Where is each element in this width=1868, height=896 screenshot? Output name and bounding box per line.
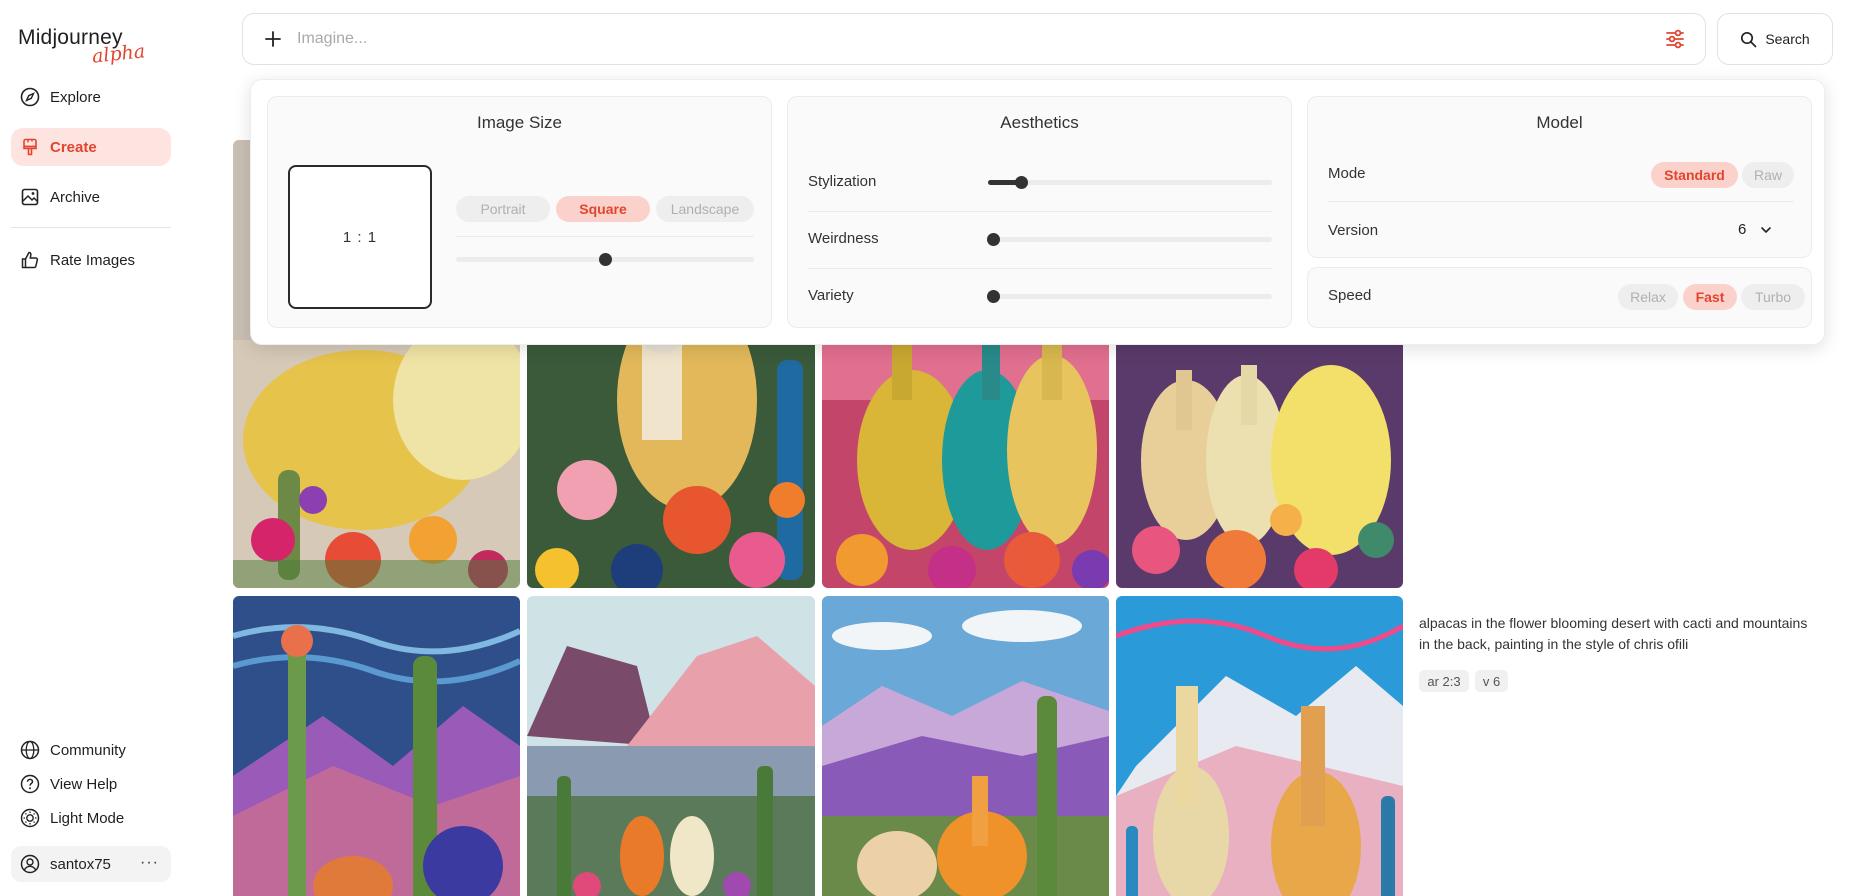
sidebar-item-community[interactable]: Community: [11, 732, 171, 768]
user-avatar-icon: [20, 854, 40, 874]
help-icon: [20, 774, 40, 794]
sidebar-item-create[interactable]: Create: [11, 128, 171, 166]
mode-label: Mode: [1328, 165, 1366, 182]
version-select[interactable]: 6: [1738, 221, 1772, 238]
sidebar-item-explore[interactable]: Explore: [11, 78, 171, 116]
image-icon: [20, 187, 40, 207]
sidebar-item-label: Rate Images: [50, 251, 136, 269]
slider-handle[interactable]: [599, 253, 612, 266]
search-label: Search: [1765, 31, 1810, 47]
stylization-label: Stylization: [808, 173, 877, 190]
aesthetics-card: Aesthetics Stylization Weirdness Variety: [787, 96, 1292, 328]
chevron-down-icon: [1760, 224, 1772, 236]
generated-image[interactable]: [1116, 596, 1403, 896]
thumbs-up-icon: [20, 250, 40, 270]
sun-icon: [20, 808, 40, 828]
slider-handle[interactable]: [1015, 176, 1029, 189]
sidebar-item-label: Light Mode: [50, 809, 125, 827]
prompt-input[interactable]: [297, 30, 1597, 48]
standard-mode-option[interactable]: Standard: [1651, 162, 1738, 188]
separator: [456, 236, 754, 237]
globe-icon: [20, 740, 40, 760]
speed-label: Speed: [1328, 287, 1372, 304]
sidebar-item-rate-images[interactable]: Rate Images: [11, 241, 171, 279]
prompt-bar: [242, 13, 1706, 65]
variety-label: Variety: [808, 287, 854, 304]
version-tag[interactable]: v 6: [1475, 670, 1508, 692]
stylization-slider[interactable]: [988, 176, 1272, 189]
user-menu[interactable]: santox75 ···: [11, 846, 171, 882]
brush-icon: [20, 137, 40, 157]
settings-panel: Image Size 1 : 1 Portrait Square Landsca…: [250, 79, 1825, 345]
sidebar-item-label: Explore: [50, 88, 101, 106]
raw-mode-option[interactable]: Raw: [1742, 162, 1794, 188]
alpha-badge: alpha: [90, 40, 147, 68]
logo[interactable]: Midjourney alpha: [18, 26, 146, 68]
generated-image[interactable]: [822, 596, 1109, 896]
sidebar-item-view-help[interactable]: View Help: [11, 766, 171, 802]
search-button[interactable]: Search: [1717, 13, 1833, 65]
image-size-card: Image Size 1 : 1 Portrait Square Landsca…: [267, 96, 772, 328]
sidebar-item-archive[interactable]: Archive: [11, 178, 171, 216]
sidebar-divider: [11, 227, 171, 228]
relax-speed-option[interactable]: Relax: [1618, 284, 1678, 310]
separator: [808, 268, 1272, 269]
add-image-icon[interactable]: [261, 27, 285, 51]
landscape-option[interactable]: Landscape: [656, 196, 754, 222]
square-option[interactable]: Square: [556, 196, 650, 222]
compass-icon: [20, 87, 40, 107]
model-title: Model: [1536, 113, 1583, 132]
variety-slider[interactable]: [987, 290, 1272, 303]
aspect-ratio-preview: 1 : 1: [288, 165, 432, 309]
sidebar-item-label: Archive: [50, 188, 101, 206]
generated-image[interactable]: [233, 596, 520, 896]
weirdness-slider[interactable]: [987, 233, 1272, 246]
aspect-ratio-slider[interactable]: [456, 253, 754, 266]
sidebar-item-light-mode[interactable]: Light Mode: [11, 800, 171, 836]
generated-image[interactable]: [527, 596, 815, 896]
job-prompt-text[interactable]: alpacas in the flower blooming desert wi…: [1419, 613, 1809, 655]
turbo-speed-option[interactable]: Turbo: [1741, 284, 1805, 310]
speed-card: Speed Relax Fast Turbo: [1307, 267, 1812, 328]
image-size-title: Image Size: [476, 113, 563, 132]
portrait-option[interactable]: Portrait: [456, 196, 550, 222]
sidebar-item-label: Community: [50, 741, 126, 759]
aspect-ratio-tag[interactable]: ar 2:3: [1419, 670, 1469, 692]
sidebar-item-label: View Help: [50, 775, 118, 793]
model-card: Model Mode Standard Raw Version 6: [1307, 96, 1812, 258]
slider-handle[interactable]: [987, 233, 1000, 246]
weirdness-label: Weirdness: [808, 230, 879, 247]
sidebar-item-label: Create: [50, 138, 97, 156]
version-label: Version: [1328, 222, 1379, 239]
settings-sliders-icon[interactable]: [1663, 27, 1687, 51]
sidebar: Midjourney alpha Explore Create Archive …: [0, 0, 180, 896]
aesthetics-title: Aesthetics: [1000, 113, 1079, 132]
slider-handle[interactable]: [987, 290, 1000, 303]
separator: [1328, 201, 1794, 202]
username: santox75: [50, 855, 111, 873]
separator: [808, 211, 1272, 212]
fast-speed-option[interactable]: Fast: [1683, 284, 1737, 310]
more-options-icon[interactable]: ···: [140, 854, 159, 872]
version-value: 6: [1738, 221, 1747, 238]
search-icon: [1740, 31, 1757, 48]
